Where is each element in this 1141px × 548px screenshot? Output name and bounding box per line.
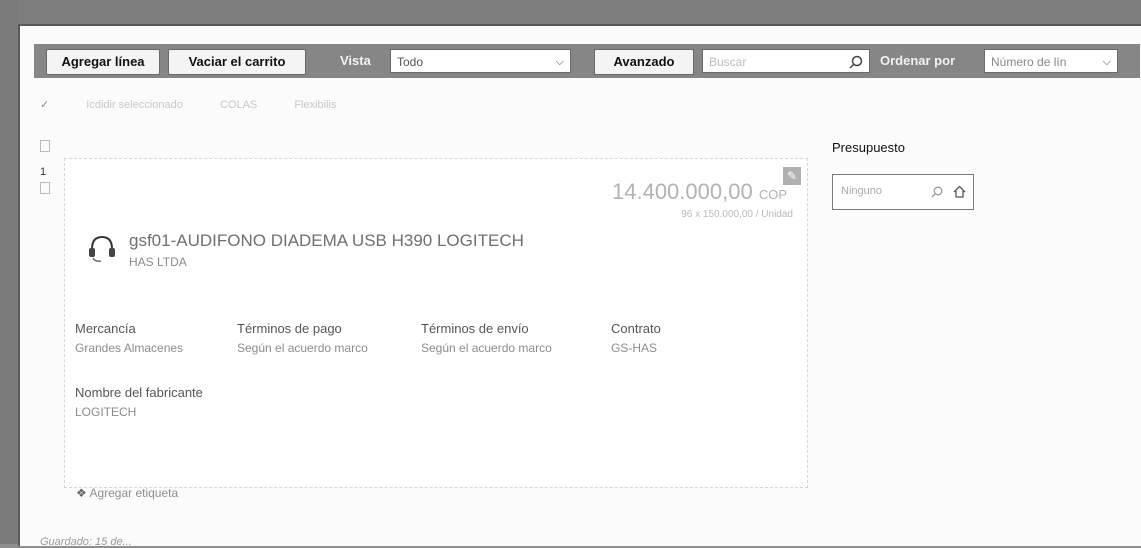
attribute-label: Términos de pago	[237, 321, 342, 336]
house-icon[interactable]	[953, 185, 966, 198]
search-icon[interactable]	[931, 186, 943, 198]
window-frame-top	[0, 0, 1141, 24]
edit-icon[interactable]: ✎	[783, 167, 801, 185]
supplier-name: HAS LTDA	[129, 255, 187, 269]
attribute-value: Según el acuerdo marco	[421, 341, 552, 355]
attribute-label: Mercancía	[75, 321, 136, 336]
attribute-label: Contrato	[611, 321, 661, 336]
view-select-value: Todo	[397, 55, 424, 69]
bulk-action-item[interactable]: Flexibilis	[294, 99, 336, 111]
advanced-button[interactable]: Avanzado	[594, 49, 694, 75]
view-select[interactable]: Todo ⌵	[390, 49, 571, 73]
line-checkbox[interactable]	[40, 182, 50, 194]
bulk-action-item[interactable]: Icdidir seleccionado	[86, 99, 183, 111]
add-tag-link[interactable]: ❖ Agregar etiqueta	[76, 486, 178, 500]
bulk-actions-bar: ✓ Icdidir seleccionado COLAS Flexibilis	[40, 98, 371, 111]
bulk-action-item[interactable]: COLAS	[220, 99, 257, 111]
line-selector: 1	[40, 140, 50, 194]
sort-select[interactable]: Número de lín ⌵	[984, 49, 1118, 73]
product-title[interactable]: gsf01-AUDIFONO DIADEMA USB H390 LOGITECH	[129, 231, 524, 251]
window-frame-left	[0, 0, 18, 544]
sort-label: Ordenar por	[880, 53, 956, 68]
budget-title: Presupuesto	[832, 140, 905, 155]
sort-select-value: Número de lín	[991, 55, 1067, 69]
tag-icon: ❖	[76, 486, 87, 500]
budget-value: Ninguno	[841, 185, 882, 197]
attribute-value: Según el acuerdo marco	[237, 341, 368, 355]
budget-selector[interactable]: Ninguno	[832, 174, 974, 210]
headset-icon	[89, 235, 115, 262]
search-input[interactable]: Buscar	[702, 49, 870, 73]
empty-cart-button[interactable]: Vaciar el carrito	[168, 49, 306, 75]
select-all-checkbox[interactable]	[40, 140, 50, 152]
attribute-value: GS-HAS	[611, 341, 658, 355]
cart-page: Agregar línea Vaciar el carrito Vista To…	[18, 24, 1141, 548]
footer-status: Guardado: 15 de...	[40, 536, 132, 548]
price-value: 14.400.000,00	[612, 179, 753, 204]
attribute-label: Términos de envío	[421, 321, 529, 336]
search-icon[interactable]	[849, 55, 863, 69]
add-line-button[interactable]: Agregar línea	[46, 49, 160, 75]
line-total-price: 14.400.000,00 COP	[612, 179, 787, 205]
attribute-value: Grandes Almacenes	[75, 341, 184, 355]
price-currency: COP	[758, 187, 787, 202]
unit-price: 96 x 150.000,00 / Unidad	[681, 209, 793, 220]
add-tag-label: Agregar etiqueta	[89, 486, 179, 500]
line-number: 1	[40, 166, 47, 178]
chevron-down-icon: ⌵	[555, 56, 564, 68]
manufacturer-label: Nombre del fabricante	[75, 385, 203, 400]
cart-toolbar: Agregar línea Vaciar el carrito Vista To…	[34, 44, 1140, 78]
cart-item-card: 14.400.000,00 COP ✎ 96 x 150.000,00 / Un…	[64, 158, 808, 488]
search-placeholder: Buscar	[709, 55, 747, 69]
checkmark-icon: ✓	[40, 99, 50, 111]
manufacturer-value: LOGITECH	[75, 405, 137, 419]
view-label: Vista	[340, 53, 371, 68]
chevron-down-icon: ⌵	[1102, 56, 1111, 68]
